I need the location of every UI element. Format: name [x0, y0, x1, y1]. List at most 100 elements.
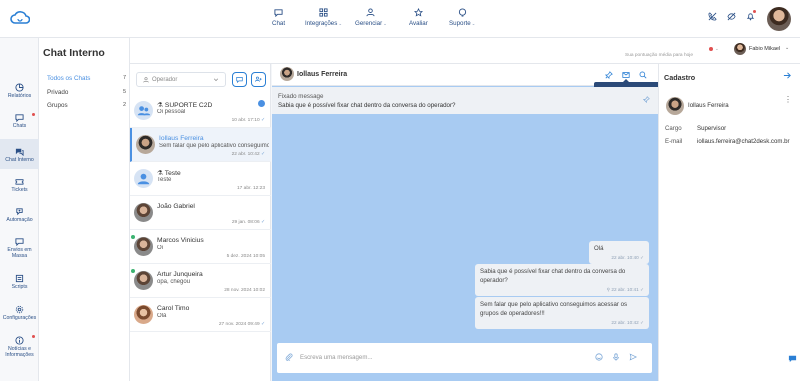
category-label: Privado [47, 89, 69, 96]
help-chat-icon[interactable] [788, 354, 797, 363]
category-count: 2 [122, 102, 126, 108]
category-groups[interactable]: Grupos 2 [47, 102, 126, 109]
nav-chat-label: Chat [272, 20, 286, 27]
contact-avatar[interactable] [280, 67, 294, 81]
group-avatar-icon [134, 169, 153, 188]
list-item[interactable]: Marcos Vinicius Oi 5 dez. 2024 10:05 [130, 230, 271, 264]
nav-integracoes-label: Integrações [305, 20, 338, 27]
user-avatar[interactable] [767, 7, 791, 31]
notification-dot [32, 335, 35, 338]
pin-icon[interactable] [643, 96, 650, 103]
sidebar-item-scripts[interactable]: Scripts [0, 274, 39, 296]
chat-bubble-icon [236, 77, 243, 83]
pinned-message[interactable]: Fixado message Sabia que é possível fixa… [272, 87, 658, 114]
group-avatar-icon [134, 101, 153, 120]
arrow-right-icon[interactable] [783, 71, 792, 80]
message-time-text: 22 abr. 10:40 [611, 255, 639, 261]
user-icon [366, 8, 376, 17]
sidebar-item-chats[interactable]: Chats [0, 113, 39, 135]
microphone-icon[interactable] [612, 353, 620, 361]
chat-time-text: 5 dez. 2024 10:05 [226, 254, 265, 259]
chevron-down-icon: ⌄ [338, 21, 343, 26]
profile-title: Cadastro [664, 73, 696, 82]
message-time-text: 22 abr. 10:42 [611, 320, 639, 326]
message-text: Olá [594, 245, 604, 252]
category-all[interactable]: Todos os Chats 7 [47, 75, 126, 82]
sidebar-item-automacao[interactable]: Automação [0, 207, 39, 229]
nav-integracoes[interactable]: Integrações⌄ [305, 8, 342, 27]
check-icon: ✓ [640, 287, 644, 293]
message-bubble[interactable]: Sem falar que pelo aplicativo conseguimo… [475, 297, 649, 330]
chat-time: 27 nov. 2024 09:49 ✓ [219, 322, 265, 327]
list-item[interactable]: Artur Junqueira opa, chegou 28 nov. 2024… [130, 264, 271, 298]
eye-off-icon[interactable] [727, 12, 736, 21]
list-item[interactable]: ⚗ SUPORTE C2D Oi pessoal 10 abr. 17:10 ✓ [130, 94, 271, 128]
sidebar-item-label: Automação [6, 217, 33, 223]
topbar-user-name[interactable]: Fabio Mikael [749, 46, 780, 52]
sidebar-item-noticias[interactable]: Notícias e Informações [0, 335, 39, 366]
chat-preview: Oi pessoal [157, 109, 186, 115]
sidebar-item-tickets[interactable]: Tickets [0, 177, 39, 199]
list-item[interactable]: Carol Timo Olá 27 nov. 2024 09:49 ✓ [130, 298, 271, 332]
message-bubble[interactable]: Olá 22 abr. 10:40 ✓ [589, 241, 649, 265]
contact-avatar [134, 237, 153, 256]
sidebar-item-label: Envios em Massa [7, 247, 32, 259]
sidebar-item-configuracoes[interactable]: Configurações [0, 305, 39, 327]
sidebar-item-label: Tickets [11, 187, 28, 193]
list-item[interactable]: João Gabriel 29 jan. 08:06 ✓ [130, 196, 271, 230]
chevron-down-icon[interactable]: ⌄ [785, 45, 789, 51]
top-header: Chat Integrações⌄ Gerenciar⌄ Avaliar Sup… [0, 0, 800, 38]
list-item[interactable]: ⚗ Teste Teste 17 abr. 12:23 [130, 162, 271, 196]
send-icon[interactable] [629, 353, 637, 361]
sidebar-item-relatorios[interactable]: Relatórios [0, 83, 39, 105]
check-icon: ✓ [640, 320, 644, 326]
nav-suporte[interactable]: Suporte⌄ [449, 8, 475, 27]
nav-gerenciar[interactable]: Gerenciar⌄ [355, 8, 387, 27]
sidebar-item-label: Scripts [11, 284, 28, 290]
new-chat-button[interactable] [232, 72, 247, 87]
new-group-button[interactable] [251, 72, 266, 87]
nav-avaliar[interactable]: Avaliar [409, 8, 428, 27]
chat-name: ⚗ Teste [157, 169, 181, 177]
message-text: Sem falar que pelo aplicativo conseguimo… [480, 301, 628, 318]
score-text: Sua pontuação média para hoje [625, 53, 694, 58]
sidebar-item-chat-interno[interactable]: Chat Interno [0, 139, 39, 169]
list-item[interactable]: Iollaus Ferreira Sem falar que pelo apli… [130, 128, 271, 162]
contact-name[interactable]: Iollaus Ferreira [297, 71, 347, 78]
profile-panel: Cadastro Iollaus Ferreira ⋮ Cargo Superv… [658, 64, 800, 381]
chevron-down-icon[interactable]: ⌄ [715, 46, 719, 52]
message-bubble[interactable]: Sabia que é possível fixar chat dentro d… [475, 264, 649, 297]
search-icon[interactable] [639, 71, 647, 79]
chevron-down-icon: ⌄ [471, 21, 476, 26]
pin-icon[interactable] [605, 71, 613, 79]
sidebar-item-label: Chat Interno [5, 157, 34, 163]
chat-preview: Olá [157, 313, 167, 319]
category-count: 5 [122, 89, 126, 95]
message-input[interactable]: Escreva uma mensagem... [300, 354, 372, 361]
pinned-label: Fixado message [278, 93, 324, 100]
chat-name-text: João Gabriel [157, 203, 195, 210]
emoji-icon[interactable] [595, 353, 603, 361]
chat-time: 22 abr. 10:42 ✓ [232, 152, 265, 157]
category-count: 7 [122, 75, 126, 81]
help-icon [458, 8, 466, 17]
cloud-logo-icon[interactable] [10, 9, 30, 25]
more-options-icon[interactable]: ⋮ [784, 96, 792, 104]
mail-icon[interactable] [622, 71, 630, 79]
panel-title: Chat Interno [43, 47, 105, 59]
bell-icon[interactable] [746, 10, 756, 21]
online-indicator [131, 269, 135, 273]
category-private[interactable]: Privado 5 [47, 89, 126, 96]
operator-select[interactable]: Operador [136, 72, 226, 87]
grid-icon [319, 8, 328, 17]
check-icon: ✓ [260, 152, 265, 157]
chat-time-text: 17 abr. 12:23 [236, 186, 265, 191]
topbar-avatar[interactable] [734, 43, 746, 55]
nav-chat[interactable]: Chat [272, 8, 285, 27]
chat-time-text: 29 jan. 08:06 [231, 220, 260, 225]
message-text: Sabia que é possível fixar chat dentro d… [480, 268, 626, 285]
status-dot[interactable] [709, 47, 713, 51]
sidebar-item-envios-em-massa[interactable]: Envios em Massa [0, 237, 39, 267]
attachment-icon[interactable] [285, 353, 293, 361]
phone-off-icon[interactable] [708, 12, 717, 21]
